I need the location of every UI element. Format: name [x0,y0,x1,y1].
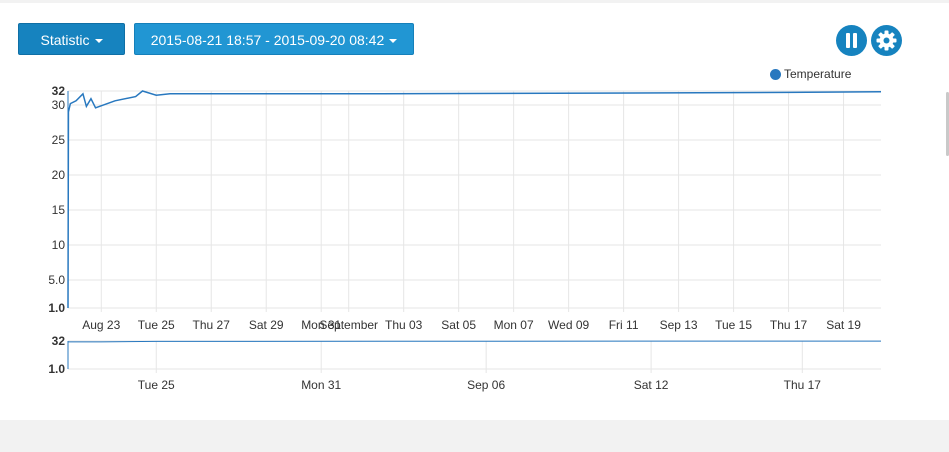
y-tick-label: 10 [52,238,66,252]
y-tick-label: 32 [52,84,66,98]
x-tick-label: Aug 23 [82,318,120,332]
y-tick-label: 20 [52,168,66,182]
x-tick-label: Thu 17 [770,318,808,332]
x-tick-label: Sat 05 [441,318,476,332]
temperature-chart: 3230252015105.01.0 Aug 23 Tue 25 Thu 27 Sat… [48,84,882,392]
x-tick-label: Mon 07 [494,318,534,332]
navigator-x-tick-label: Sep 06 [467,378,505,392]
navigator-x-tick-label: Sat 12 [634,378,669,392]
x-tick-label: Wed 09 [548,318,589,332]
y-tick-label: 25 [52,133,66,147]
navigator-y-tick-label: 1.0 [48,362,65,376]
navigator-y-tick-label: 32 [52,334,66,348]
x-tick-label: Thu 03 [385,318,423,332]
x-tick-label: Fri 11 [609,318,639,332]
x-tick-label: September [319,318,378,332]
x-tick-label: Sep 13 [660,318,698,332]
navigator-x-tick-label: Tue 25 [138,378,175,392]
x-tick-label: Sat 19 [826,318,861,332]
navigator-x-tick-label: Thu 17 [784,378,822,392]
x-tick-label: Thu 27 [193,318,231,332]
x-tick-label: Tue 15 [715,318,752,332]
navigator-series-line[interactable] [68,340,882,343]
x-tick-label: Sat 29 [249,318,284,332]
y-tick-label: 15 [52,203,66,217]
y-tick-label: 5.0 [48,273,65,287]
y-tick-label: 1.0 [48,301,65,315]
navigator-x-tick-label: Mon 31 [301,378,341,392]
temperature-series-line[interactable] [67,90,882,309]
y-tick-label: 30 [52,98,66,112]
x-tick-label: Tue 25 [138,318,175,332]
